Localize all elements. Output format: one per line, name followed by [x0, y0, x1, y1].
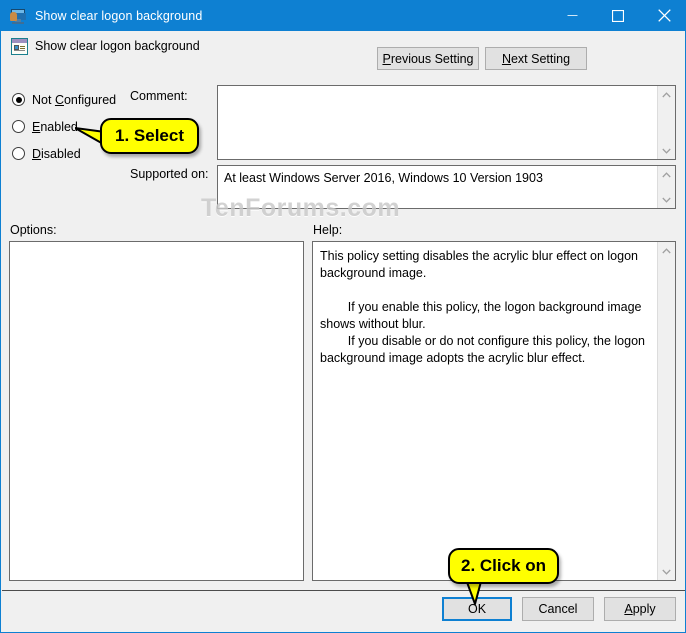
callout-step-1: 1. Select — [100, 118, 199, 154]
window-controls — [549, 0, 685, 31]
radio-label-not-configured: Not Configured — [32, 92, 117, 107]
supported-on-field[interactable]: At least Windows Server 2016, Windows 10… — [217, 165, 676, 209]
chevron-up-icon[interactable] — [658, 242, 675, 259]
radio-indicator — [12, 93, 25, 106]
comment-scrollbar[interactable] — [657, 86, 675, 159]
chevron-down-icon[interactable] — [658, 142, 675, 159]
monitor-user-icon — [9, 7, 27, 25]
chevron-up-icon[interactable] — [658, 86, 675, 103]
window-title: Show clear logon background — [35, 8, 203, 23]
group-policy-setting-dialog: Show clear logon background Show clear l… — [0, 0, 686, 633]
comment-label: Comment: — [130, 89, 188, 103]
radio-label-enabled: Enabled — [32, 119, 78, 134]
supported-on-value: At least Windows Server 2016, Windows 10… — [224, 171, 543, 185]
comment-field[interactable] — [217, 85, 676, 160]
next-setting-button[interactable]: Next Setting — [485, 47, 587, 70]
close-icon[interactable] — [641, 0, 685, 31]
group-policy-setting-icon — [11, 38, 28, 55]
apply-button[interactable]: Apply — [604, 597, 676, 621]
minimize-icon[interactable] — [549, 0, 595, 31]
callout-step-2: 2. Click on — [448, 548, 559, 584]
cancel-button[interactable]: Cancel — [522, 597, 594, 621]
supported-on-label: Supported on: — [130, 167, 209, 181]
radio-not-configured[interactable]: Not Configured — [12, 91, 116, 108]
supported-on-scrollbar[interactable] — [657, 166, 675, 208]
maximize-icon[interactable] — [595, 0, 641, 31]
radio-enabled[interactable]: Enabled — [12, 118, 78, 135]
help-pane: This policy setting disables the acrylic… — [312, 241, 676, 581]
previous-setting-button[interactable]: Previous Setting — [377, 47, 479, 70]
help-label: Help: — [313, 223, 343, 237]
radio-label-disabled: Disabled — [32, 146, 81, 161]
footer-divider — [2, 590, 685, 591]
radio-disabled[interactable]: Disabled — [12, 145, 81, 162]
title-bar: Show clear logon background — [1, 0, 685, 31]
chevron-up-icon[interactable] — [658, 166, 675, 183]
radio-indicator — [12, 120, 25, 133]
options-pane[interactable] — [9, 241, 304, 581]
options-content — [10, 242, 303, 580]
help-scrollbar[interactable] — [657, 242, 675, 580]
comment-value[interactable] — [218, 86, 657, 159]
options-label: Options: — [10, 223, 57, 237]
chevron-down-icon[interactable] — [658, 191, 675, 208]
chevron-down-icon[interactable] — [658, 563, 675, 580]
page-title: Show clear logon background — [35, 39, 200, 53]
help-content: This policy setting disables the acrylic… — [320, 249, 645, 365]
radio-indicator — [12, 147, 25, 160]
